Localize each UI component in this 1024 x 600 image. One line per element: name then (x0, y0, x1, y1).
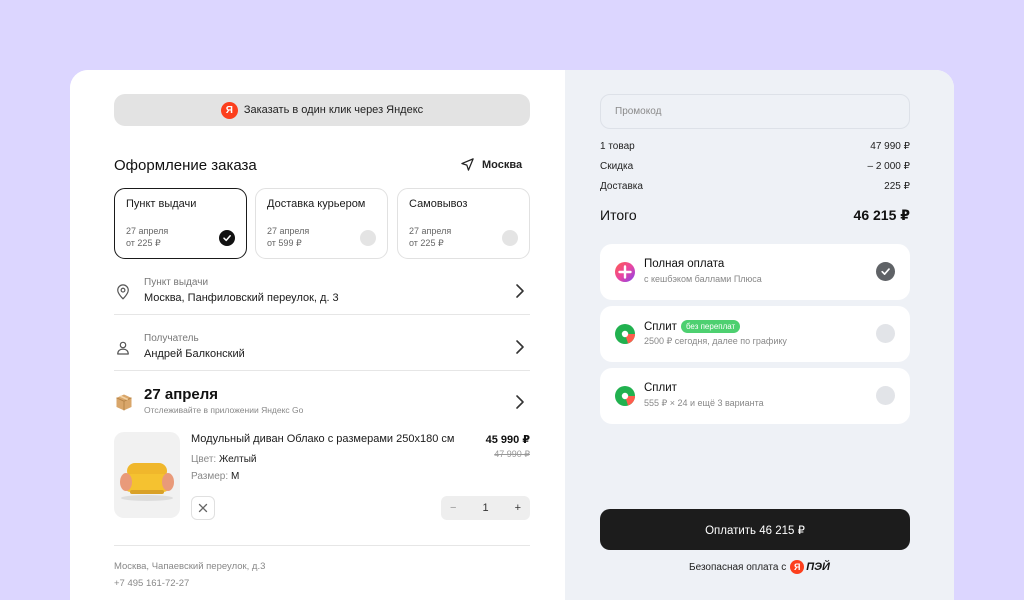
recipient-label: Получатель (144, 333, 199, 344)
promo-code-input[interactable]: Промокод (600, 94, 910, 129)
product-size-label: Размер: (191, 471, 229, 482)
location-pin-icon (117, 284, 129, 300)
shop-phone[interactable]: +7 495 161-72-27 (114, 578, 189, 589)
summary-row: Доставка 225 ₽ (600, 181, 910, 192)
delivery-option-price: от 225 ₽ (409, 238, 444, 248)
pickup-point-label: Пункт выдачи (144, 277, 209, 288)
pickup-point-address: Москва, Панфиловский переулок, д. 3 (144, 292, 339, 304)
promo-code-placeholder: Промокод (615, 106, 662, 117)
split-icon (615, 324, 635, 344)
secure-payment-note: Безопасная оплата с Я ПЭЙ (565, 560, 954, 574)
person-icon (117, 341, 129, 355)
radio-icon (876, 386, 895, 405)
order-panel: Я Заказать в один клик через Яндекс Офор… (70, 70, 565, 600)
city-selector[interactable]: Москва (460, 157, 522, 172)
quantity-stepper: − 1 + (441, 496, 530, 520)
payment-option-split-installments[interactable]: Сплит 555 ₽ × 24 и ещё 3 варианта (600, 368, 910, 424)
divider (114, 545, 530, 546)
pay-button[interactable]: Оплатить 46 215 ₽ (600, 509, 910, 550)
yandex-pay-logo: Я ПЭЙ (790, 560, 830, 574)
payment-option-subtitle: 2500 ₽ сегодня, далее по графику (644, 336, 787, 346)
checkout-card: Я Заказать в один клик через Яндекс Офор… (70, 70, 954, 600)
product-name[interactable]: Модульный диван Облако с размерами 250х1… (191, 433, 454, 445)
shipment-tracking-note: Отслеживайте в приложении Яндекс Go (144, 405, 304, 415)
total-amount: 46 215 ₽ (853, 207, 910, 223)
delivery-option-pickup-point[interactable]: Пункт выдачи 27 апреля от 225 ₽ (114, 188, 247, 259)
plus-cashback-icon (615, 262, 635, 282)
radio-icon (502, 230, 518, 246)
secure-payment-text: Безопасная оплата с (689, 561, 787, 573)
delivery-option-name: Доставка курьером (267, 198, 366, 210)
checkmark-icon (876, 262, 895, 281)
shop-address: Москва, Чапаевский переулок, д.3 (114, 561, 266, 572)
payment-option-title: Полная оплата (644, 258, 725, 270)
product-color-value: Желтый (218, 454, 257, 465)
remove-item-button[interactable] (191, 496, 215, 520)
sofa-icon (120, 463, 174, 501)
recipient-row[interactable]: Получатель Андрей Балконский (114, 327, 530, 381)
summary-label: Скидка (600, 161, 634, 172)
no-overpay-badge: без переплат (680, 320, 741, 333)
summary-label: Доставка (600, 181, 643, 192)
payment-option-subtitle: с кешбэком баллами Плюса (644, 274, 762, 284)
city-label: Москва (482, 158, 523, 171)
summary-value: 47 990 ₽ (870, 141, 910, 152)
divider (114, 314, 530, 315)
delivery-option-self-pickup[interactable]: Самовывоз 27 апреля от 225 ₽ (397, 188, 530, 259)
chevron-right-icon[interactable] (514, 394, 526, 410)
delivery-option-date: 27 апреля (267, 226, 310, 236)
payment-option-title: Сплит (644, 382, 677, 394)
delivery-option-date: 27 апреля (409, 226, 452, 236)
delivery-option-name: Самовывоз (409, 198, 468, 210)
product-size: Размер: M (191, 471, 239, 482)
shipment-date: 27 апреля (144, 386, 219, 403)
split-icon (615, 386, 635, 406)
product-old-price: 47 990 ₽ (494, 449, 530, 459)
payment-option-split-no-overpay[interactable]: Сплит без переплат 2500 ₽ сегодня, далее… (600, 306, 910, 362)
summary-row: 1 товар 47 990 ₽ (600, 141, 910, 152)
divider (114, 370, 530, 371)
box-icon (116, 394, 132, 411)
delivery-option-price: от 599 ₽ (267, 238, 302, 248)
quantity-value: 1 (482, 502, 489, 514)
yandex-one-click-label: Заказать в один клик через Яндекс (243, 104, 424, 116)
increase-quantity-button[interactable]: + (515, 502, 521, 514)
product-price: 45 990 ₽ (485, 434, 530, 446)
summary-value: 225 ₽ (884, 181, 910, 192)
delivery-option-courier[interactable]: Доставка курьером 27 апреля от 599 ₽ (255, 188, 388, 259)
product-image[interactable] (114, 432, 180, 518)
page-title: Оформление заказа (114, 157, 257, 174)
radio-icon (876, 324, 895, 343)
product-color: Цвет: Желтый (191, 454, 257, 465)
product-color-label: Цвет: (191, 454, 217, 465)
navigation-arrow-icon (461, 158, 474, 171)
chevron-right-icon (516, 340, 524, 354)
summary-row: Скидка – 2 000 ₽ (600, 161, 910, 172)
delivery-option-date: 27 апреля (126, 226, 169, 236)
recipient-name: Андрей Балконский (144, 348, 245, 360)
payment-panel: Промокод 1 товар 47 990 ₽ Скидка – 2 000… (565, 70, 954, 600)
yandex-logo-icon: Я (790, 560, 805, 574)
delivery-option-name: Пункт выдачи (126, 198, 197, 210)
product-size-value: M (230, 471, 240, 482)
decrease-quantity-button[interactable]: − (450, 502, 456, 514)
payment-option-subtitle: 555 ₽ × 24 и ещё 3 варианта (644, 398, 764, 408)
total-label: Итого (600, 207, 637, 223)
close-icon (198, 503, 208, 513)
radio-icon (360, 230, 376, 246)
payment-option-title: Сплит без переплат (644, 320, 741, 333)
pickup-point-row[interactable]: Пункт выдачи Москва, Панфиловский переул… (114, 271, 530, 325)
payment-option-full[interactable]: Полная оплата с кешбэком баллами Плюса (600, 244, 910, 300)
summary-label: 1 товар (600, 141, 635, 152)
yandex-one-click-button[interactable]: Я Заказать в один клик через Яндекс (114, 94, 530, 126)
checkmark-icon (219, 230, 235, 246)
chevron-right-icon (516, 284, 524, 298)
yandex-logo-icon: Я (220, 101, 238, 119)
order-total: Итого 46 215 ₽ (600, 207, 910, 224)
summary-value: – 2 000 ₽ (867, 161, 910, 172)
delivery-option-price: от 225 ₽ (126, 238, 161, 248)
yandex-pay-logo-text: ПЭЙ (806, 561, 830, 573)
